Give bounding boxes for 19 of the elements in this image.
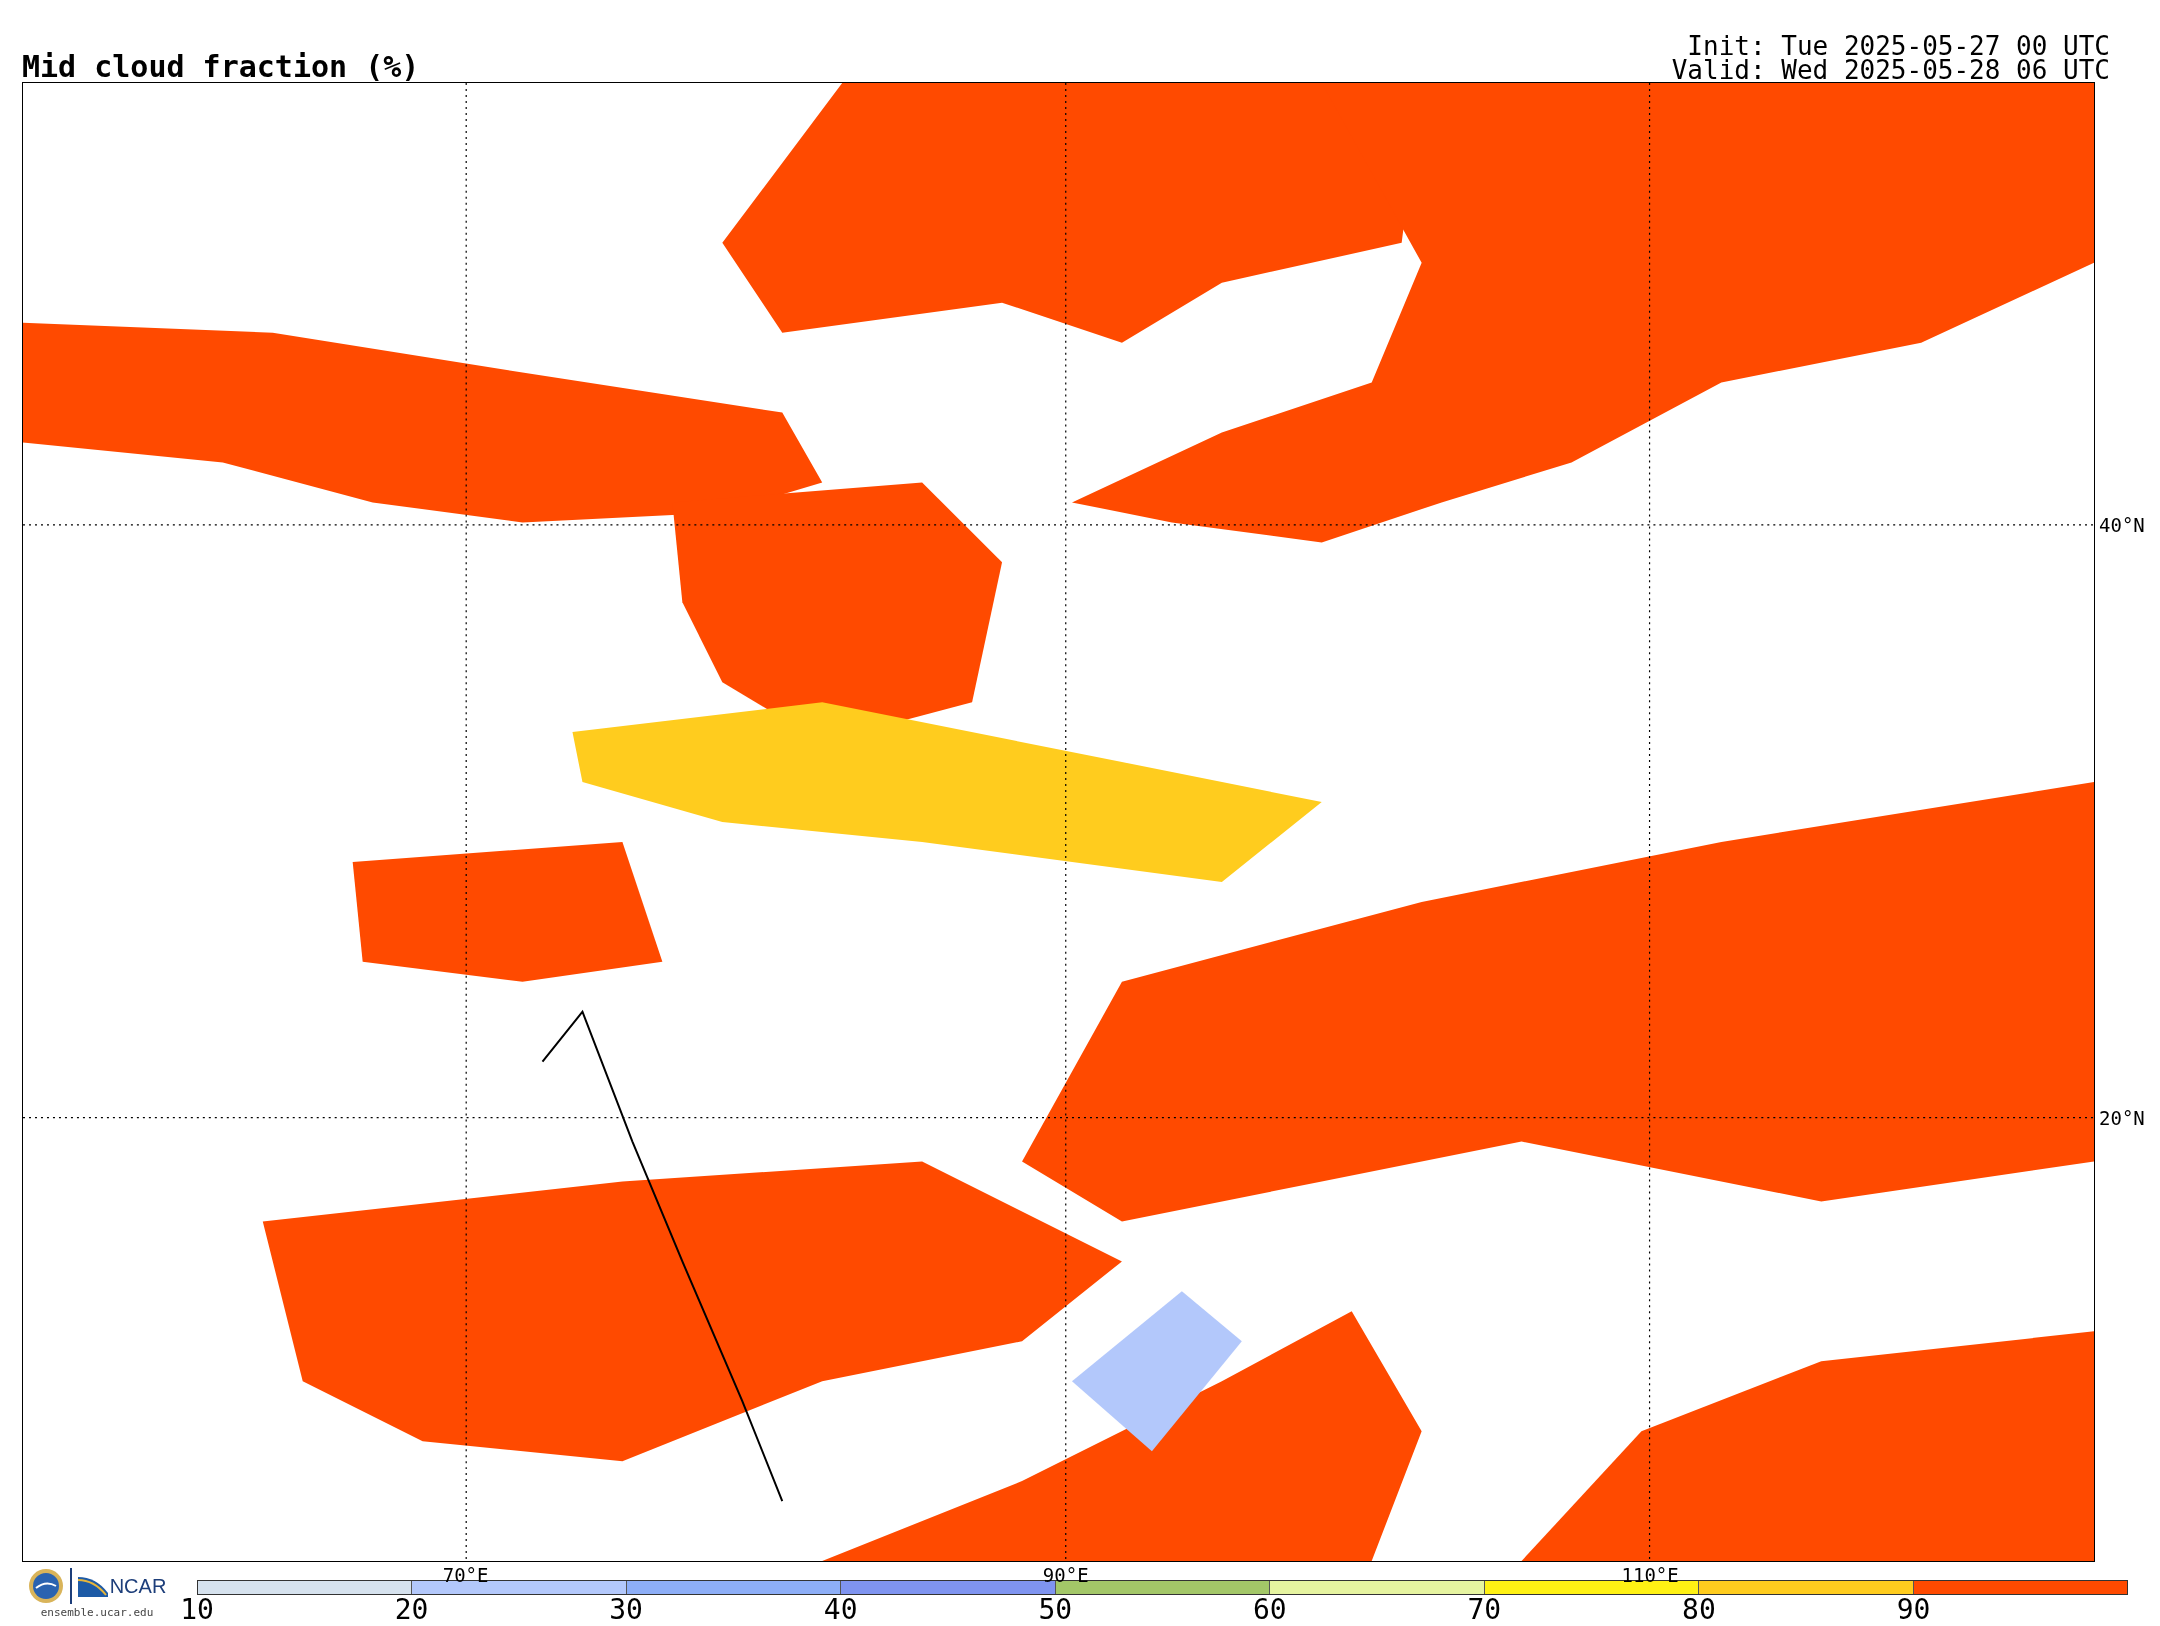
init-time: Init: Tue 2025-05-27 00 UTC xyxy=(1687,34,2110,58)
colorbar-label: 60 xyxy=(1252,1595,1287,1625)
colorbar-label: 30 xyxy=(609,1595,643,1625)
logo-text: NCAR xyxy=(109,1574,167,1598)
colorbar-label: 20 xyxy=(394,1595,429,1625)
valid-time: Valid: Wed 2025-05-28 06 UTC xyxy=(1671,58,2110,82)
colorbar-label: 50 xyxy=(1038,1595,1073,1625)
website-url: ensemble.ucar.edu xyxy=(40,1606,154,1619)
colorbar-label: 10 xyxy=(180,1595,214,1625)
latitude-label: 40°N xyxy=(2099,513,2145,536)
globe-logo-icon xyxy=(27,1568,64,1604)
chart-title: Mid cloud fraction (%) xyxy=(22,52,420,82)
colorbar-label: 40 xyxy=(823,1595,858,1625)
colorbar-label: 70 xyxy=(1467,1595,1502,1625)
divider-line-icon xyxy=(69,1568,72,1604)
colorbar-label: 90 xyxy=(1896,1595,1931,1625)
colorbar-label: 80 xyxy=(1682,1595,1716,1625)
latitude-label: 20°N xyxy=(2099,1107,2145,1129)
ncar-logo-icon xyxy=(77,1575,108,1597)
